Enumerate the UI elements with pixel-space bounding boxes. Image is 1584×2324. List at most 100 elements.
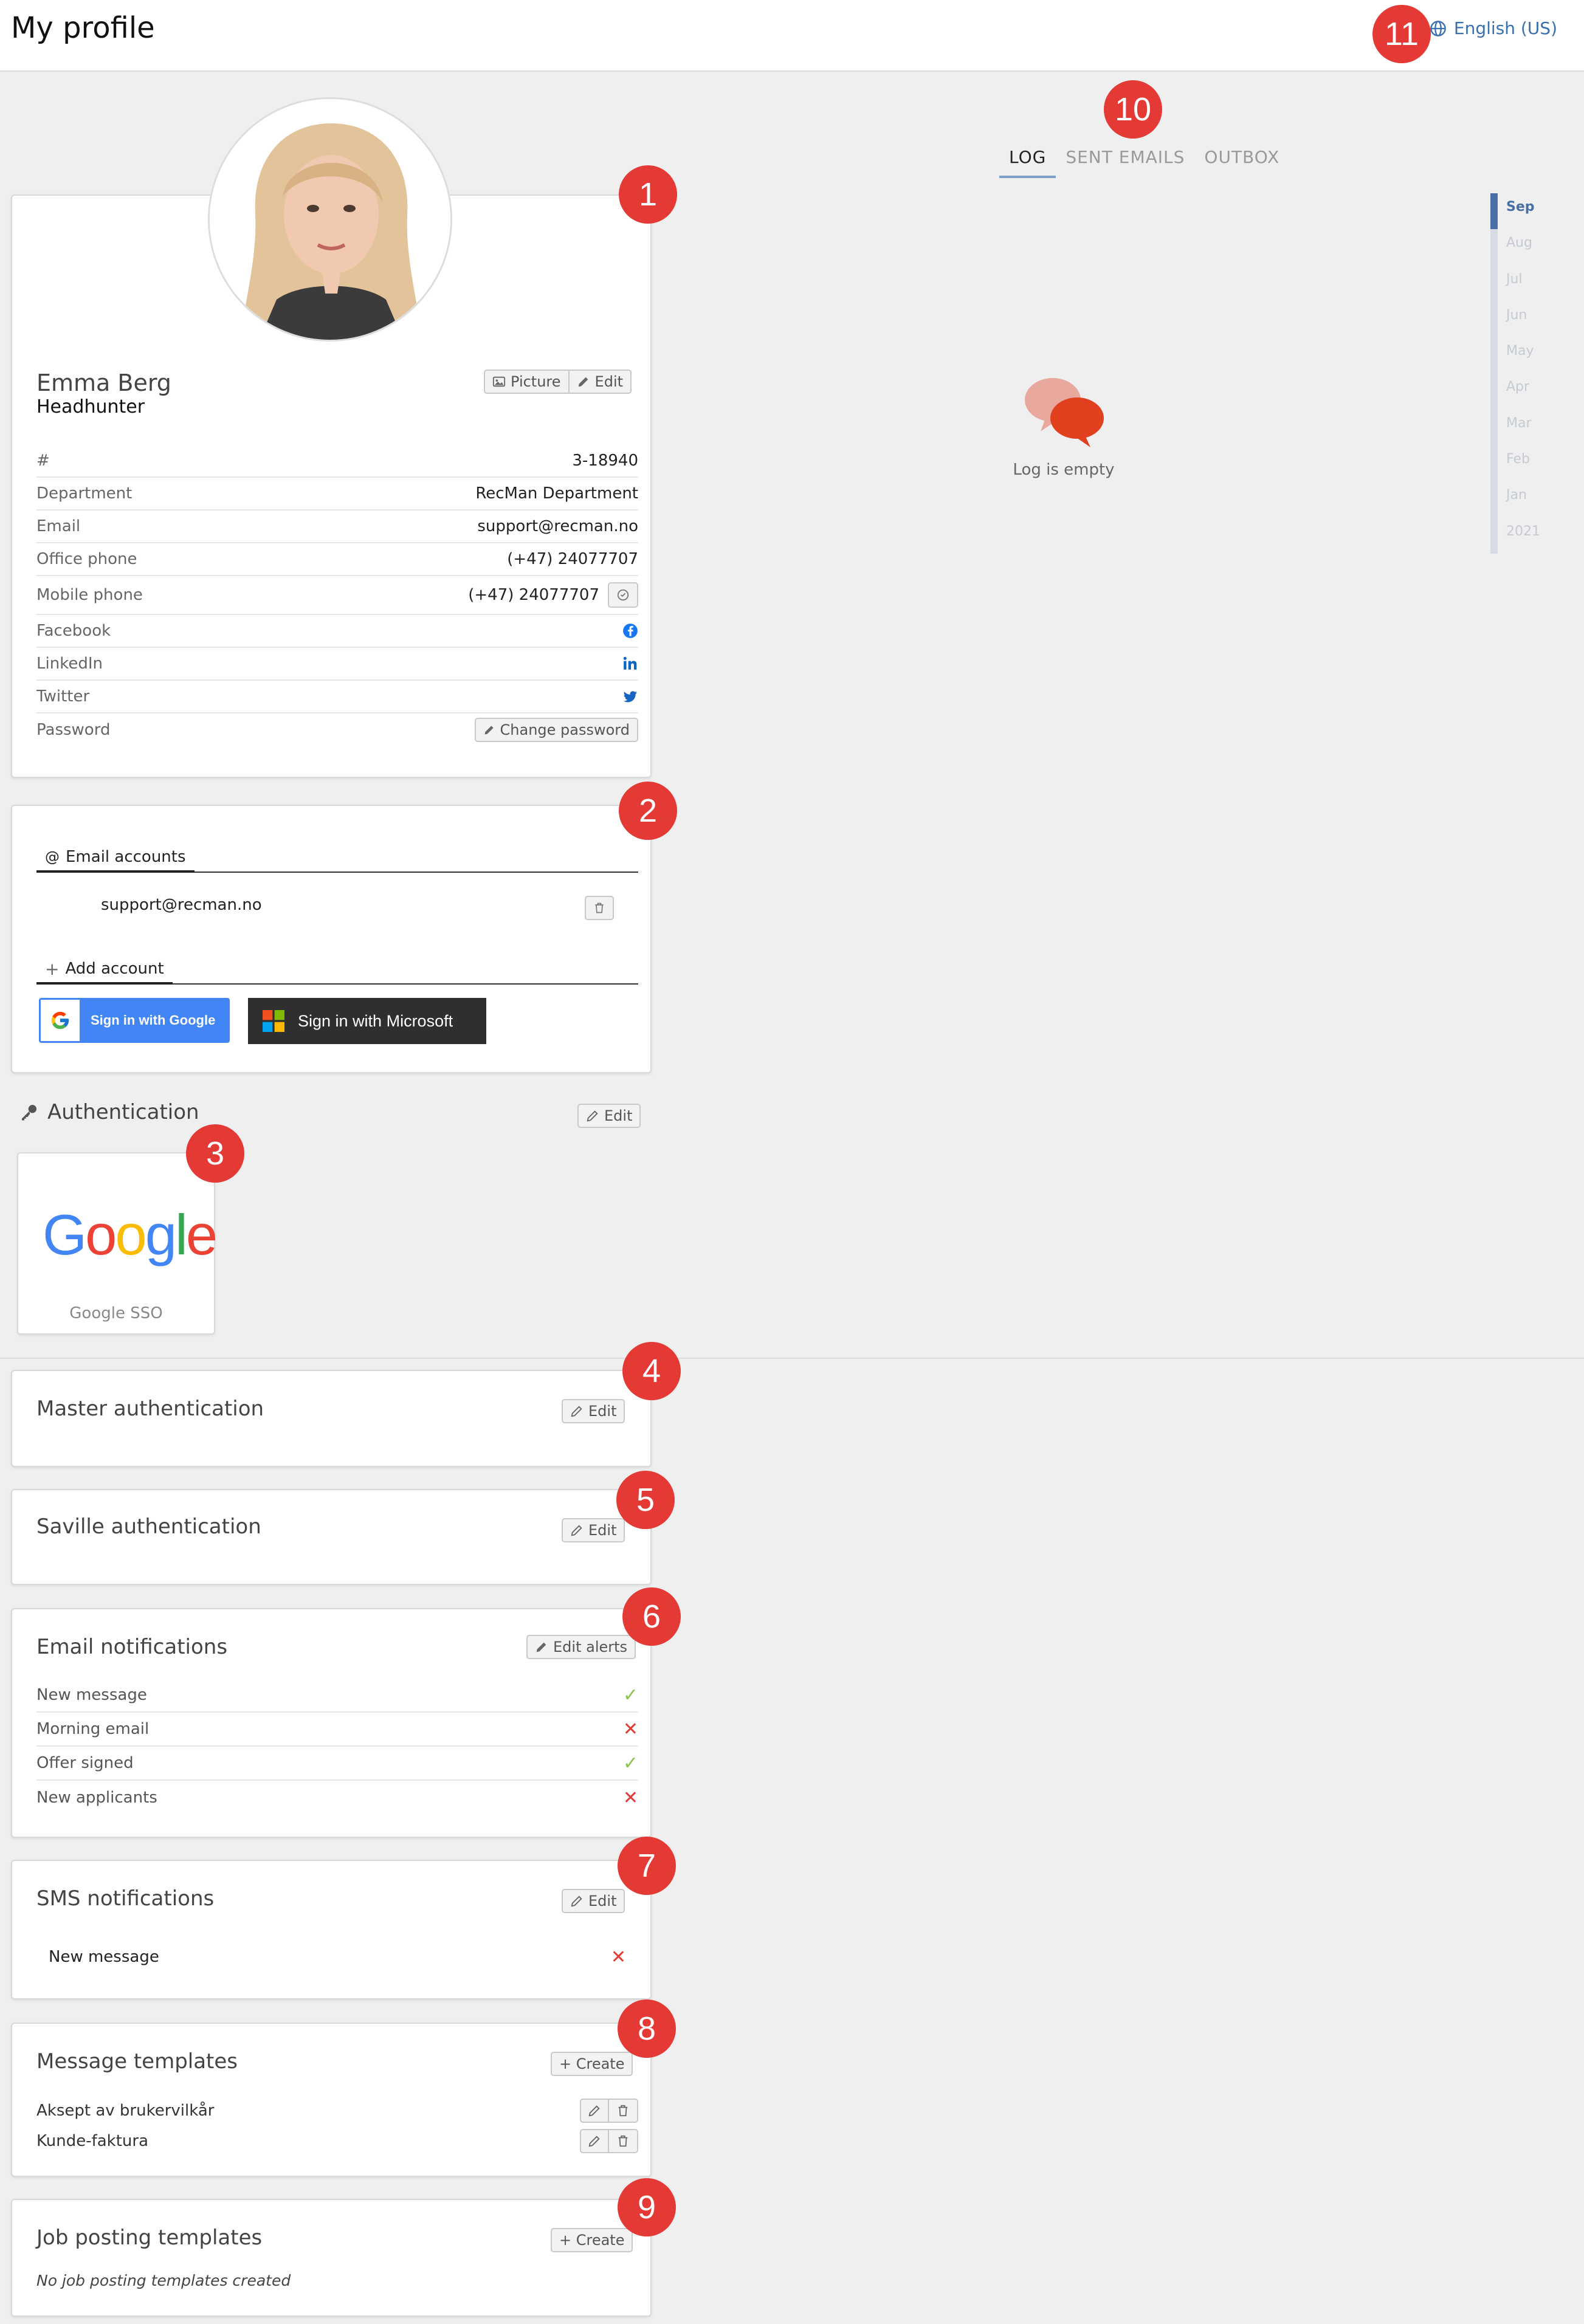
trash-icon (618, 2135, 628, 2147)
picture-button-label: Picture (511, 373, 561, 390)
email-accounts-card: @ Email accounts support@recman.no + Add… (11, 805, 652, 1073)
info-label: Office phone (36, 550, 137, 568)
chat-icon (617, 589, 629, 601)
change-password-button[interactable]: Change password (474, 718, 638, 742)
timeline-item[interactable]: Apr (1490, 373, 1551, 410)
check-icon: ✓ (622, 1752, 638, 1774)
page-title: My profile (11, 11, 155, 45)
tab-outbox[interactable]: OUTBOX (1194, 143, 1289, 178)
sms-notifications-title: SMS notifications (36, 1886, 215, 1911)
template-actions (580, 2129, 638, 2153)
facebook-icon[interactable] (622, 623, 638, 639)
email-accounts-tab[interactable]: @ Email accounts (36, 844, 195, 873)
info-value: 3-18940 (572, 452, 638, 470)
timeline-item[interactable]: Jul (1490, 265, 1551, 301)
edit-profile-button[interactable]: Edit (569, 370, 632, 394)
info-value-wrap: (+47) 24077707 (468, 582, 638, 608)
cross-icon: ✕ (622, 1787, 638, 1809)
create-job-posting-template-button[interactable]: + Create (551, 2228, 633, 2252)
twitter-icon[interactable] (622, 689, 638, 704)
callout-badge-9: 9 (618, 2178, 676, 2236)
notification-row: New message ✓ (36, 1679, 638, 1713)
info-label: LinkedIn (36, 655, 103, 673)
info-row-email: Email support@recman.no (36, 511, 638, 543)
sms-notifications-card: SMS notifications Edit New message ✕ (11, 1860, 652, 1999)
callout-badge-7: 7 (618, 1837, 676, 1895)
callout-badge-6: 6 (622, 1587, 681, 1646)
edit-template-button[interactable] (580, 2099, 609, 2123)
timeline-item[interactable]: Aug (1490, 229, 1551, 266)
change-password-label: Change password (500, 721, 630, 738)
tab-log[interactable]: LOG (999, 143, 1056, 178)
job-posting-templates-title: Job posting templates (36, 2226, 263, 2250)
language-selector[interactable]: English (US) (1430, 18, 1557, 38)
template-row: Kunde-faktura (36, 2126, 638, 2156)
edit-template-button[interactable] (580, 2129, 609, 2153)
notification-label: New message (36, 1686, 147, 1704)
authentication-edit-button[interactable]: Edit (577, 1104, 641, 1128)
callout-badge-10: 10 (1104, 80, 1162, 139)
picture-button[interactable]: Picture (484, 370, 570, 394)
timeline-item[interactable]: 2021 (1490, 517, 1551, 554)
timeline-item[interactable]: Mar (1490, 409, 1551, 446)
edit-alerts-button[interactable]: Edit alerts (526, 1635, 636, 1659)
info-row-mobile-phone: Mobile phone (+47) 24077707 (36, 576, 638, 615)
cross-icon: ✕ (622, 1718, 638, 1740)
master-authentication-edit-button[interactable]: Edit (562, 1399, 625, 1423)
saville-authentication-edit-button[interactable]: Edit (562, 1518, 625, 1542)
email-notifications-card: Email notifications Edit alerts New mess… (11, 1608, 652, 1838)
info-value-wrap (622, 623, 638, 639)
google-sso-tile[interactable]: Google Google SSO (17, 1152, 218, 1335)
google-logo: Google (43, 1203, 218, 1267)
notification-row: Morning email ✕ (36, 1713, 638, 1747)
info-label: Facebook (36, 622, 111, 640)
edit-button-label: Edit (594, 373, 624, 390)
tab-sent-emails[interactable]: SENT EMAILS (1056, 143, 1194, 178)
timeline-item[interactable]: Sep (1490, 193, 1551, 230)
template-actions (580, 2099, 638, 2123)
callout-badge-3: 3 (186, 1124, 244, 1183)
info-row-department: Department RecMan Department (36, 478, 638, 511)
email-notifications-title: Email notifications (36, 1635, 228, 1659)
pencil-icon (571, 1525, 582, 1536)
info-value: RecMan Department (475, 484, 638, 503)
email-accounts-header: @ Email accounts (36, 844, 638, 873)
pencil-icon (587, 1110, 598, 1122)
template-row: Aksept av brukervilkår (36, 2095, 638, 2126)
pencil-icon (484, 726, 494, 735)
linkedin-icon[interactable] (622, 656, 638, 672)
pencil-icon (578, 377, 588, 387)
create-message-template-button[interactable]: + Create (551, 2052, 633, 2076)
pencil-icon (588, 2136, 600, 2147)
timeline-item[interactable]: Jan (1490, 481, 1551, 518)
delete-account-button[interactable] (585, 896, 614, 920)
add-account-tab[interactable]: + Add account (36, 955, 173, 985)
log-tabs: LOG SENT EMAILS OUTBOX (999, 143, 1289, 178)
delete-template-button[interactable] (609, 2099, 638, 2123)
at-icon: @ (45, 848, 60, 865)
profile-name: Emma Berg (36, 370, 171, 396)
notification-row: Offer signed ✓ (36, 1747, 638, 1781)
timeline-item[interactable]: Feb (1490, 445, 1551, 482)
master-authentication-title: Master authentication (36, 1397, 264, 1421)
template-name: Kunde-faktura (36, 2132, 149, 2150)
callout-badge-4: 4 (622, 1342, 681, 1400)
timeline-item[interactable]: Jun (1490, 301, 1551, 338)
create-button-label: + Create (559, 2232, 625, 2249)
sign-in-microsoft-button[interactable]: Sign in with Microsoft (248, 998, 486, 1044)
notification-row: New applicants ✕ (36, 1781, 638, 1815)
chat-bubbles-icon (1025, 378, 1104, 447)
add-account-label: Add account (65, 960, 164, 978)
saville-authentication-card: Saville authentication Edit (11, 1489, 652, 1585)
sign-in-google-button[interactable]: Sign in with Google (39, 998, 230, 1043)
delete-template-button[interactable] (609, 2129, 638, 2153)
info-value-wrap (622, 689, 638, 704)
callout-badge-1: 1 (619, 165, 677, 224)
empty-log-text: Log is empty (1013, 461, 1115, 479)
trash-icon (618, 2105, 628, 2117)
timeline-item[interactable]: May (1490, 337, 1551, 374)
profile-role: Headhunter (36, 396, 145, 418)
callout-badge-2: 2 (619, 782, 677, 840)
sms-button[interactable] (608, 582, 638, 608)
sms-notifications-edit-button[interactable]: Edit (562, 1889, 625, 1913)
